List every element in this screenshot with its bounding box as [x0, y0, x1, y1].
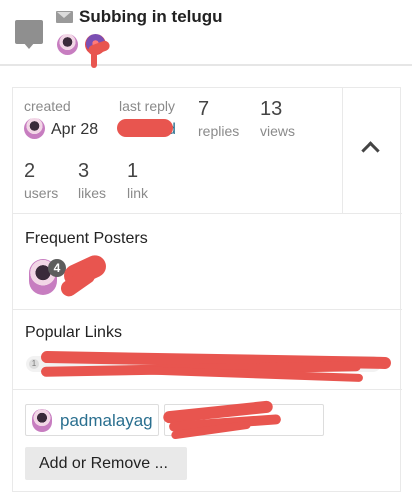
participant-avatar[interactable] — [57, 34, 78, 55]
redaction-mark — [91, 52, 97, 68]
links-count: 1 — [127, 160, 139, 182]
replies-count: 7 — [198, 98, 210, 120]
popular-links-title: Popular Links — [25, 324, 122, 341]
chevron-up-icon — [361, 141, 380, 160]
participant-chip[interactable]: padmalayag — [25, 404, 159, 436]
likes-count: 3 — [78, 160, 90, 182]
likes-label: likes — [78, 185, 107, 201]
topic-title[interactable]: Subbing in telugu — [79, 7, 223, 27]
redaction-mark — [117, 119, 173, 137]
frequent-posters-title: Frequent Posters — [25, 230, 148, 247]
users-label: users — [24, 185, 59, 201]
topic-header: Subbing in telugu — [0, 0, 412, 68]
participant-username[interactable]: padmalayag — [60, 411, 153, 431]
views-count: 13 — [260, 98, 283, 120]
created-label: created — [24, 98, 71, 114]
topic-map: created Apr 28 last reply d 7 replies 13… — [12, 87, 402, 492]
participant-chip-avatar — [32, 409, 52, 432]
topic-stats: created Apr 28 last reply d 7 replies 13… — [13, 88, 402, 214]
message-bubble-icon — [15, 20, 43, 49]
collapse-button[interactable] — [342, 88, 401, 214]
link-click-count: 1 — [29, 359, 39, 369]
add-or-remove-button[interactable]: Add or Remove ... — [25, 447, 187, 480]
created-date: Apr 28 — [51, 121, 99, 138]
users-count: 2 — [24, 160, 36, 182]
creator-avatar[interactable] — [24, 118, 45, 139]
replies-label: replies — [198, 123, 240, 139]
last-reply-label: last reply — [119, 98, 176, 114]
views-label: views — [260, 123, 296, 139]
links-label: link — [127, 185, 149, 201]
envelope-icon — [56, 11, 73, 23]
